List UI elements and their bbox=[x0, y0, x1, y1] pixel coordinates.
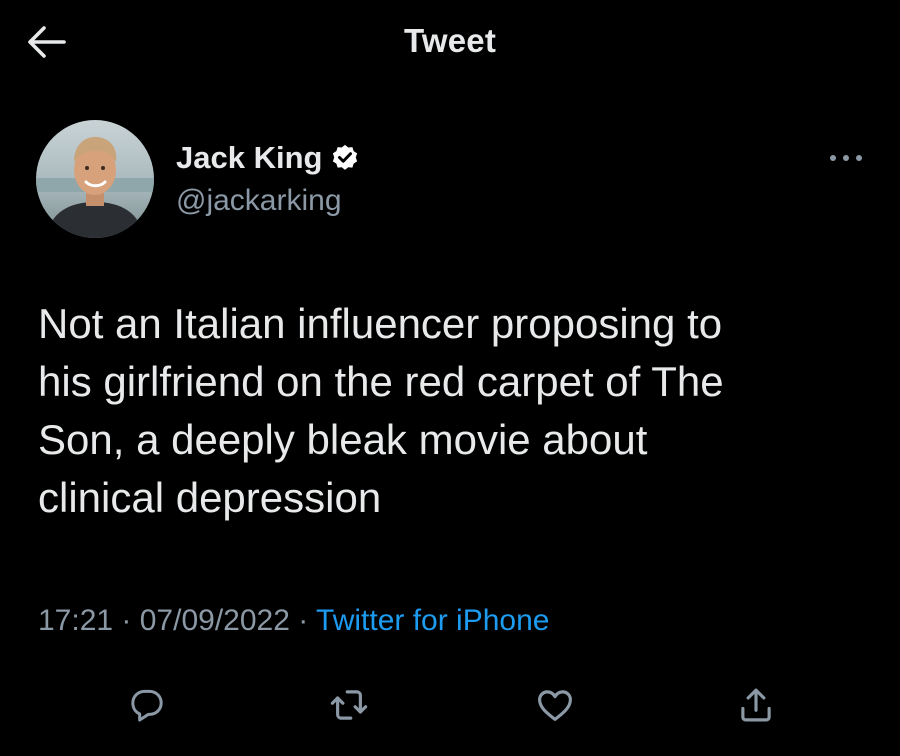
tweet-metadata: 17:21 · 07/09/2022 · Twitter for iPhone bbox=[38, 604, 549, 638]
top-bar: Tweet bbox=[0, 0, 900, 84]
meta-separator: · bbox=[289, 604, 317, 637]
tweet-actions-bar bbox=[0, 680, 900, 730]
tweet-source-link[interactable]: Twitter for iPhone bbox=[316, 604, 549, 637]
profile-photo bbox=[36, 120, 154, 238]
avatar[interactable] bbox=[36, 120, 154, 238]
page-title: Tweet bbox=[403, 22, 497, 59]
meta-separator: · bbox=[113, 604, 140, 637]
share-button[interactable] bbox=[731, 680, 781, 730]
reply-icon bbox=[131, 689, 163, 722]
more-dots-icon bbox=[830, 155, 862, 161]
share-icon bbox=[741, 688, 771, 722]
tweet-date: 07/09/2022 bbox=[139, 604, 290, 637]
tweet-text: Not an Italian influencer proposing to h… bbox=[38, 300, 724, 521]
user-handle[interactable]: @jackarking bbox=[176, 184, 342, 218]
tweet-time: 17:21 bbox=[38, 604, 114, 637]
tweet-author: Jack King @jackarking bbox=[36, 120, 876, 240]
verified-badge-icon bbox=[330, 143, 360, 173]
display-name[interactable]: Jack King bbox=[176, 140, 322, 176]
reply-button[interactable] bbox=[122, 680, 172, 730]
retweet-button[interactable] bbox=[324, 680, 374, 730]
more-options-button[interactable] bbox=[822, 148, 870, 168]
name-row: Jack King bbox=[176, 140, 360, 176]
retweet-icon bbox=[330, 690, 368, 720]
like-icon bbox=[538, 690, 572, 721]
like-button[interactable] bbox=[530, 680, 580, 730]
